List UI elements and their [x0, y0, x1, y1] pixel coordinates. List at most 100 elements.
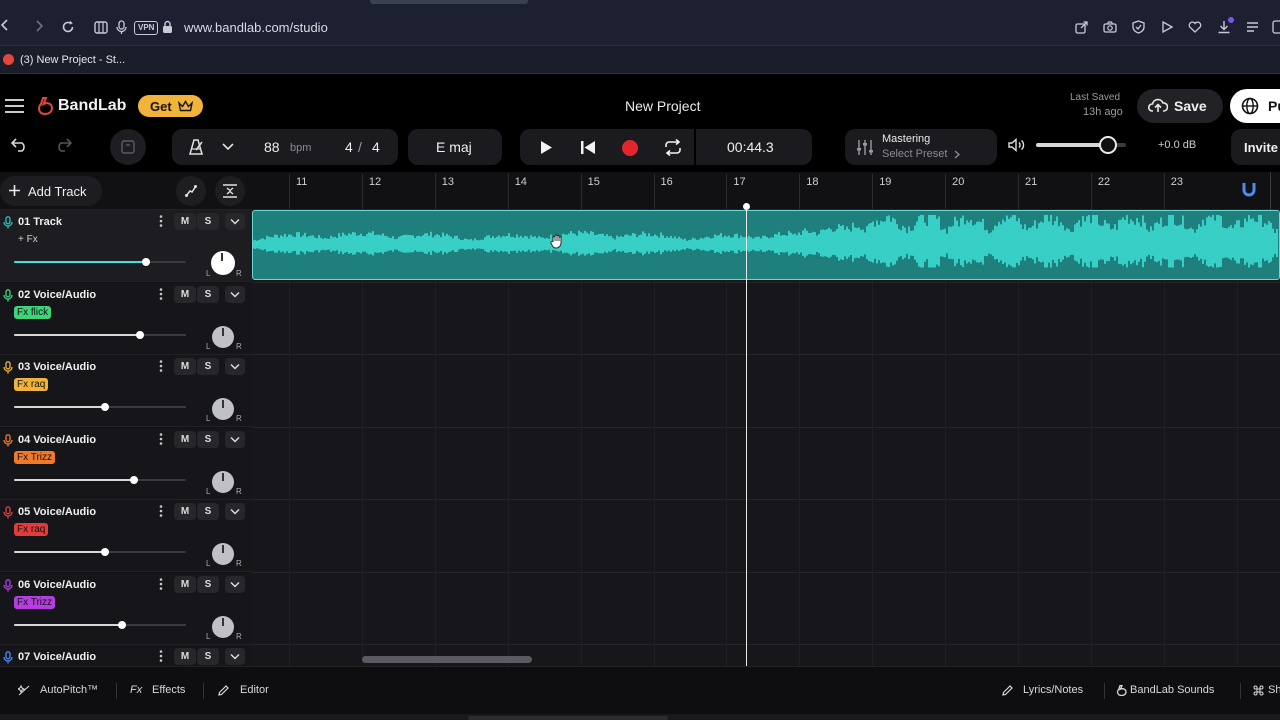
- autopitch-button[interactable]: AutoPitch™: [16, 675, 111, 705]
- track-row[interactable]: 06 Voice/Audio Fx Trizz M S L R: [0, 572, 252, 645]
- track-row[interactable]: 07 Voice/Audio M S L R: [0, 645, 252, 666]
- solo-button[interactable]: S: [197, 648, 219, 665]
- share-icon[interactable]: [1075, 21, 1088, 34]
- mute-button[interactable]: M: [174, 358, 196, 375]
- track-volume-slider[interactable]: [14, 548, 186, 556]
- menu-lines-icon[interactable]: [1246, 21, 1259, 33]
- solo-button[interactable]: S: [197, 358, 219, 375]
- back-icon[interactable]: [0, 19, 10, 31]
- automation-button[interactable]: [176, 176, 206, 206]
- track-expand-chevron-icon[interactable]: [225, 213, 245, 230]
- track-pan-knob[interactable]: [212, 543, 234, 565]
- track-row[interactable]: 03 Voice/Audio Fx raq M S L R: [0, 355, 252, 427]
- track-expand-chevron-icon[interactable]: [225, 285, 245, 303]
- mute-button[interactable]: M: [174, 648, 196, 665]
- track-options-icon[interactable]: [159, 649, 167, 665]
- heart-icon[interactable]: [1188, 21, 1202, 33]
- shortcuts-button[interactable]: Sh: [1250, 675, 1280, 705]
- track-row[interactable]: 01 Track + Fx M S L R: [0, 210, 252, 282]
- metronome-icon[interactable]: [188, 139, 206, 155]
- track-options-icon[interactable]: [159, 577, 167, 593]
- track-pan-knob[interactable]: [211, 251, 235, 275]
- audio-clip[interactable]: [252, 210, 1280, 280]
- track-volume-knob[interactable]: [142, 258, 150, 266]
- playhead-handle[interactable]: [743, 203, 750, 210]
- mute-button[interactable]: M: [174, 430, 196, 448]
- track-name[interactable]: 01 Track: [18, 216, 62, 228]
- track-expand-chevron-icon[interactable]: [225, 430, 245, 448]
- undo-icon[interactable]: [11, 138, 29, 152]
- track-name[interactable]: 04 Voice/Audio: [18, 434, 96, 446]
- track-row[interactable]: 05 Voice/Audio Fx raq M S L R: [0, 500, 252, 572]
- browser-tab-title[interactable]: (3) New Project - St...: [20, 54, 125, 66]
- track-expand-chevron-icon[interactable]: [225, 575, 245, 593]
- track-volume-slider[interactable]: [14, 620, 186, 629]
- track-volume-slider[interactable]: [14, 475, 186, 484]
- solo-button[interactable]: S: [197, 213, 219, 230]
- shield-icon[interactable]: [1132, 20, 1145, 34]
- speaker-icon[interactable]: [1008, 138, 1026, 152]
- play-icon[interactable]: [540, 140, 553, 155]
- play-forward-icon[interactable]: [1161, 21, 1173, 33]
- track-options-icon[interactable]: [159, 359, 167, 375]
- sidebar-icon[interactable]: [1272, 20, 1280, 34]
- track-view-toggle-button[interactable]: [215, 176, 245, 206]
- track-options-icon[interactable]: [159, 287, 167, 303]
- track-volume-knob[interactable]: [136, 330, 144, 339]
- timeline-ruler[interactable]: 11 12 13 14 15 16 17 18 19 20 21 22 23: [252, 172, 1280, 210]
- invite-button[interactable]: Invite: [1231, 129, 1280, 165]
- track-name[interactable]: 05 Voice/Audio: [18, 506, 96, 518]
- save-button[interactable]: Save: [1137, 89, 1223, 123]
- track-name[interactable]: 07 Voice/Audio: [18, 651, 96, 663]
- lyrics-notes-button[interactable]: Lyrics/Notes: [998, 675, 1098, 705]
- mute-button[interactable]: M: [174, 503, 196, 520]
- mute-button[interactable]: M: [174, 575, 196, 593]
- mute-button[interactable]: M: [174, 213, 196, 230]
- track-fx-badge[interactable]: Fx raq: [14, 378, 49, 391]
- track-fx-badge[interactable]: Fx flick: [14, 305, 52, 319]
- address-bar-url[interactable]: www.bandlab.com/studio: [184, 20, 328, 35]
- track-pan-knob[interactable]: [212, 325, 234, 348]
- track-volume-slider[interactable]: [14, 258, 186, 266]
- hamburger-menu-icon[interactable]: [5, 99, 24, 113]
- track-expand-chevron-icon[interactable]: [225, 358, 245, 375]
- metronome-placeholder-button[interactable]: [110, 129, 146, 165]
- time-signature-denominator[interactable]: 4: [372, 139, 380, 155]
- record-icon[interactable]: [622, 140, 638, 156]
- track-pan-knob[interactable]: [212, 615, 234, 638]
- track-name[interactable]: 02 Voice/Audio: [18, 289, 96, 301]
- time-signature-numerator[interactable]: 4: [345, 139, 353, 155]
- tab-grid-icon[interactable]: [94, 21, 108, 34]
- project-title[interactable]: New Project: [625, 98, 700, 114]
- track-pan-knob[interactable]: [212, 398, 234, 420]
- track-expand-chevron-icon[interactable]: [225, 503, 245, 520]
- track-fx-badge[interactable]: Fx Trizz: [14, 450, 55, 464]
- bpm-value[interactable]: 88: [264, 139, 280, 155]
- mute-button[interactable]: M: [174, 285, 196, 303]
- track-fx-badge[interactable]: Fx raq: [14, 523, 49, 536]
- key-selector[interactable]: E maj: [408, 129, 502, 165]
- track-name[interactable]: 03 Voice/Audio: [18, 361, 96, 373]
- skip-to-start-icon[interactable]: [580, 140, 596, 155]
- bandlab-logo-icon[interactable]: [37, 97, 55, 115]
- track-volume-slider[interactable]: [14, 330, 186, 339]
- track-row[interactable]: 04 Voice/Audio Fx Trizz M S L R: [0, 427, 252, 500]
- add-track-button[interactable]: Add Track: [0, 176, 102, 206]
- solo-button[interactable]: S: [197, 575, 219, 593]
- forward-icon[interactable]: [34, 20, 44, 32]
- track-options-icon[interactable]: [159, 432, 167, 448]
- track-add-fx[interactable]: + Fx: [18, 234, 38, 245]
- track-name[interactable]: 06 Voice/Audio: [18, 579, 96, 591]
- master-volume-knob[interactable]: [1099, 136, 1117, 154]
- horizontal-scrollbar[interactable]: [362, 656, 532, 663]
- reload-icon[interactable]: [61, 20, 75, 34]
- track-fx-badge[interactable]: Fx Trizz: [14, 595, 55, 609]
- get-membership-button[interactable]: Get: [138, 95, 203, 117]
- mastering-button[interactable]: Mastering Select Preset: [845, 129, 997, 165]
- magnet-snap-icon[interactable]: [1242, 182, 1256, 198]
- solo-button[interactable]: S: [197, 285, 219, 303]
- arrangement-area[interactable]: [252, 210, 1280, 666]
- redo-icon[interactable]: [54, 138, 72, 152]
- playback-time[interactable]: 00:44.3: [727, 139, 774, 155]
- solo-button[interactable]: S: [197, 430, 219, 448]
